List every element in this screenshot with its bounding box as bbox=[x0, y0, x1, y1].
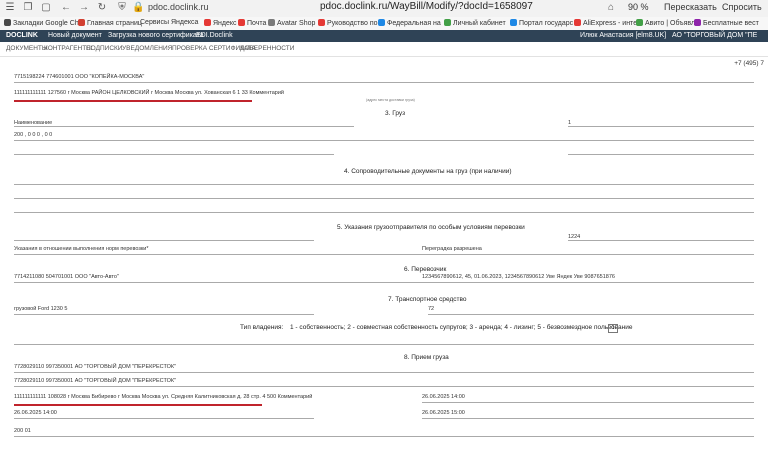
app-logo[interactable]: DOCLINK bbox=[6, 32, 38, 39]
bookmark-item[interactable]: Личный кабинет bbox=[444, 19, 506, 27]
bookmark-item[interactable]: Руководство по bbox=[318, 19, 378, 27]
bookmarks-bar: Закладки Google Ch Главная страниц Серви… bbox=[0, 17, 768, 31]
bookmark-item[interactable]: Почта bbox=[238, 19, 266, 27]
ownership-input[interactable]: 1 bbox=[608, 324, 618, 333]
shield-icon[interactable]: ⛨ bbox=[116, 2, 128, 14]
address-domain[interactable]: pdoc.doclink.ru bbox=[148, 2, 209, 12]
tabs-icon[interactable]: ▢ bbox=[40, 2, 52, 14]
bookmark-item[interactable]: Авито | Объявле bbox=[636, 19, 699, 27]
bookmark-item[interactable]: Яндекс bbox=[204, 19, 237, 27]
edi-link[interactable]: EDI.Doclink bbox=[196, 32, 233, 39]
red-underline bbox=[14, 404, 262, 406]
vehicle-value[interactable]: грузовой Ford 1230 5 bbox=[14, 306, 67, 312]
bookmark-item[interactable]: Федеральная на bbox=[378, 19, 441, 27]
forward-icon[interactable]: → bbox=[78, 2, 90, 14]
section-instructions-title: 5. Указания грузоотправителя по особым у… bbox=[337, 224, 525, 231]
browser-toolbar: ☰ ❐ ▢ ← → ↻ ⛨ 🔒 pdoc.doclink.ru pdoc.doc… bbox=[0, 0, 768, 17]
acceptance-date-1[interactable]: 26.06.2025 14:00 bbox=[422, 394, 465, 400]
menu-powers-of-attorney[interactable]: ДОВЕРЕННОСТИ bbox=[240, 45, 294, 52]
new-document-link[interactable]: Новый документ bbox=[48, 32, 102, 39]
menu-notifications[interactable]: УВЕДОМЛЕНИЯ bbox=[122, 45, 172, 52]
red-underline bbox=[14, 100, 252, 102]
acceptance-bottom[interactable]: 200 01 bbox=[14, 428, 31, 434]
reader-icon[interactable]: ⌂ bbox=[605, 2, 617, 14]
organization-name[interactable]: АО "ТОРГОВЫЙ ДОМ "ПЕ bbox=[672, 32, 757, 39]
acceptance-date-2[interactable]: 26.06.2025 14:00 bbox=[14, 410, 57, 416]
bookmark-item[interactable]: Сервисы Яндекса bbox=[140, 19, 198, 26]
bookmark-icon[interactable]: ❐ bbox=[22, 2, 34, 14]
delivery-address-value[interactable]: 111111111111 127560 г Москва РАЙОН ЦЕЛКО… bbox=[14, 90, 284, 96]
section-carrier-title: 6. Перевозчик bbox=[404, 266, 447, 273]
carrier-details[interactable]: 1234567890612, 45, 01.06.2023, 123456789… bbox=[422, 274, 615, 280]
bookmark-item[interactable]: AliExpress - инте bbox=[574, 19, 637, 27]
vehicle-number[interactable]: 72 bbox=[428, 306, 434, 312]
user-name[interactable]: Илюк Анастасия [elm8.UK] bbox=[580, 32, 666, 39]
consignee-value[interactable]: 7715198224 774601001 ООО "КОПЕЙКА-МОСКВА… bbox=[14, 74, 144, 80]
app-header: DOCLINK Новый документ Загрузка нового с… bbox=[0, 30, 768, 42]
support-phone[interactable]: +7 (495) 7 bbox=[734, 60, 764, 67]
upload-certificate-link[interactable]: Загрузка нового сертификата bbox=[108, 32, 204, 39]
main-menu: ДОКУМЕНТЫ КОНТРАГЕНТЫ ПОДПИСКИ УВЕДОМЛЕН… bbox=[0, 42, 768, 57]
cargo-value[interactable]: 200 , 0 0 0 , 0 0 bbox=[14, 132, 52, 138]
ownership-options: 1 - собственность; 2 - совместная собств… bbox=[290, 324, 633, 331]
ownership-label: Тип владения: bbox=[240, 324, 284, 331]
section-vehicle-title: 7. Транспортное средство bbox=[388, 296, 467, 303]
reload-icon[interactable]: ↻ bbox=[96, 2, 108, 14]
menu-contractors[interactable]: КОНТРАГЕНТЫ bbox=[44, 45, 92, 52]
lock-icon[interactable]: 🔒 bbox=[132, 2, 144, 14]
acceptance-org-2[interactable]: 7728029110 997350001 АО "ТОРГОВЫЙ ДОМ "П… bbox=[14, 378, 176, 384]
bookmark-item[interactable]: Закладки Google Ch bbox=[4, 19, 79, 27]
waybill-form: 7715198224 774601001 ООО "КОПЕЙКА-МОСКВА… bbox=[0, 68, 768, 453]
instructions-right[interactable]: Переградка разрешена bbox=[422, 246, 482, 252]
acceptance-org-1[interactable]: 7728029110 997350001 АО "ТОРГОВЫЙ ДОМ "П… bbox=[14, 364, 176, 370]
zoom-level[interactable]: 90 % bbox=[628, 2, 649, 12]
carrier-name[interactable]: 7714211080 504701001 ООО "Авто-Авто" bbox=[14, 274, 119, 280]
menu-subscriptions[interactable]: ПОДПИСКИ bbox=[86, 45, 122, 52]
acceptance-date-3[interactable]: 26.06.2025 15:00 bbox=[422, 410, 465, 416]
bookmark-item[interactable]: Avatar Shop bbox=[268, 19, 315, 27]
bookmark-item[interactable]: Портал государс bbox=[510, 19, 573, 27]
caption: (адрес места доставки груза) bbox=[366, 98, 415, 102]
page-url[interactable]: pdoc.doclink.ru/WayBill/Modify/?docId=16… bbox=[320, 1, 533, 12]
bookmark-item[interactable]: Бесплатные вест bbox=[694, 19, 759, 27]
back-icon[interactable]: ← bbox=[60, 2, 72, 14]
section-acceptance-title: 8. Прием груза bbox=[404, 354, 449, 361]
menu-icon[interactable]: ☰ bbox=[4, 2, 16, 14]
translate-button[interactable]: Пересказать bbox=[664, 2, 717, 12]
menu-documents[interactable]: ДОКУМЕНТЫ bbox=[6, 45, 48, 52]
section-cargo-title: 3. Груз bbox=[385, 110, 406, 117]
bookmark-item[interactable]: Главная страниц bbox=[78, 19, 142, 27]
instructions-left[interactable]: Указания в отношении выполнения норм пер… bbox=[14, 246, 148, 252]
section-documents-title: 4. Сопроводительные документы на груз (п… bbox=[344, 168, 512, 175]
acceptance-address[interactable]: 111111111111 108028 г Москва Бибирево г … bbox=[14, 394, 312, 400]
ask-button[interactable]: Спросить bbox=[722, 2, 762, 12]
